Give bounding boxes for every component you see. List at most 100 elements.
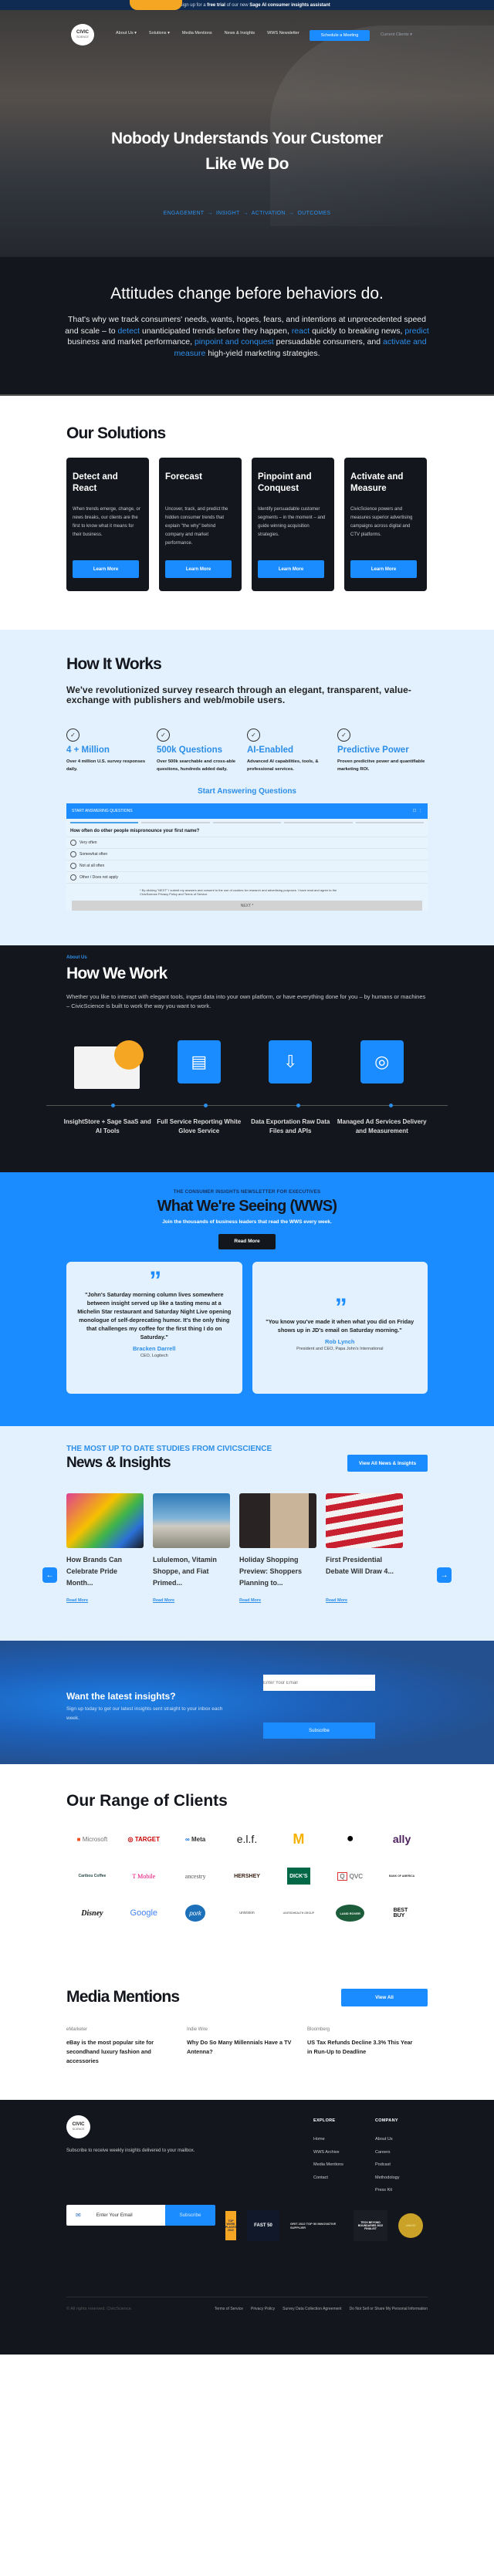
feature-title: 4 + Million	[66, 745, 110, 755]
carousel-prev-arrow-icon[interactable]: ←	[42, 1567, 57, 1583]
media-list: eMarketer eBay is the most popular site f…	[66, 2027, 428, 2066]
terms-link[interactable]: Terms of Service	[215, 2307, 243, 2311]
read-more-link[interactable]: Read More	[239, 1598, 261, 1603]
promo-bar[interactable]: Click to sign up for a free trial of our…	[0, 0, 494, 10]
nav-news-insights[interactable]: News & Insights	[225, 31, 255, 35]
article-card[interactable]: First Presidential Debate Will Draw 4...…	[326, 1493, 403, 1605]
survey-progress	[66, 819, 428, 823]
media-item[interactable]: Indie Wire Why Do So Many Millennials Hav…	[187, 2027, 307, 2066]
radio-button[interactable]	[70, 863, 76, 869]
footer-subscribe-text: Subscribe to receive weekly insights del…	[66, 2148, 195, 2153]
media-item[interactable]: eMarketer eBay is the most popular site f…	[66, 2027, 187, 2066]
feature-item: ✓ AI-Enabled Advanced AI capabilities, too…	[247, 729, 337, 773]
subscribe-email-input[interactable]	[263, 1675, 375, 1691]
footer-company-column: COMPANY About Us Careers Podcast Methodo…	[375, 2118, 400, 2201]
radio-button[interactable]	[70, 874, 76, 881]
carousel-next-arrow-icon[interactable]: →	[437, 1567, 452, 1583]
article-title[interactable]: Holiday Shopping Preview: Shoppers Plann…	[239, 1554, 316, 1591]
learn-more-button[interactable]: Learn More	[350, 560, 417, 578]
elf-logo: e.l.f.	[236, 1833, 258, 1845]
media-headline[interactable]: eBay is the most popular site for second…	[66, 2038, 174, 2066]
article-card[interactable]: Lululemon, Vitamin Shoppe, and Fiat Prim…	[153, 1493, 230, 1605]
clients-title: Our Range of Clients	[66, 1792, 228, 1810]
nav-solutions[interactable]: Solutions ▾	[149, 31, 170, 35]
article-thumbnail[interactable]	[153, 1493, 230, 1548]
footer-link-media-mentions[interactable]: Media Mentions	[313, 2162, 343, 2167]
feature-title: Predictive Power	[337, 745, 409, 755]
read-more-link[interactable]: Read More	[153, 1598, 174, 1603]
download-chart-icon: ⇩	[269, 1040, 313, 1083]
testimonial-role: CEO, Logitech	[140, 1354, 168, 1358]
subscribe-text: Sign up today to get our latest insights…	[66, 1706, 223, 1721]
article-thumbnail[interactable]	[239, 1493, 316, 1548]
article-title[interactable]: How Brands Can Celebrate Pride Month...	[66, 1554, 144, 1591]
radio-button[interactable]	[70, 840, 76, 846]
footer-explore-column: EXPLORE Home WWS Archive Media Mentions …	[313, 2118, 343, 2188]
footer-link-press-kit[interactable]: Press Kit	[375, 2188, 392, 2192]
client-logo-grid: ■ Microsoft ◎ TARGET ∞ Meta e.l.f. M ● a…	[66, 1831, 428, 1922]
privacy-terms-link[interactable]: CivicScience Privacy Policy and Terms of…	[140, 892, 208, 896]
survey-option[interactable]: Not at all often	[66, 860, 428, 871]
qvc-logo: Q QVC	[337, 1868, 363, 1885]
testimonial-quote: "John's Saturday morning column lives so…	[77, 1291, 232, 1340]
award-tech-beyond-boundaries: TECH BEYOND BOUNDARIES 2022 FINALIST	[354, 2210, 387, 2241]
best-buy-logo: BEST BUY	[393, 1908, 408, 1918]
footer-email-input[interactable]: ✉ Enter Your Email	[66, 2205, 165, 2226]
article-card[interactable]: Holiday Shopping Preview: Shoppers Plann…	[239, 1493, 316, 1605]
learn-more-button[interactable]: Learn More	[73, 560, 139, 578]
solutions-title: Our Solutions	[66, 424, 166, 442]
feature-item: ✓ Predictive Power Proven predictive power…	[337, 729, 428, 773]
attitudes-title: Attitudes change before behaviors do.	[110, 285, 384, 303]
survey-option[interactable]: Other / Does not apply	[66, 871, 428, 883]
survey-option[interactable]: Very often	[66, 837, 428, 848]
footer-link-careers[interactable]: Careers	[375, 2150, 391, 2155]
survey-header-title: START ANSWERING QUESTIONS	[72, 809, 133, 813]
footer-link-home[interactable]: Home	[313, 2137, 325, 2142]
article-thumbnail[interactable]	[66, 1493, 144, 1548]
feature-text: Advanced AI capabilities, tools, & profe…	[247, 759, 319, 772]
footer-link-contact[interactable]: Contact	[313, 2175, 328, 2180]
survey-next-button[interactable]: NEXT *	[72, 901, 422, 911]
more-menu-icon[interactable]: ⋮	[418, 809, 422, 813]
footer-link-wws-archive[interactable]: WWS Archive	[313, 2150, 340, 2155]
ancestry-logo: ancestry	[184, 1872, 206, 1880]
work-label: Full Service Reporting White Glove Servi…	[157, 1118, 242, 1134]
wws-read-more-button[interactable]: Read More	[218, 1234, 276, 1249]
nav-media-mentions[interactable]: Media Mentions	[182, 31, 212, 35]
solution-card-forecast: Forecast Uncover, track, and predict the…	[159, 458, 242, 591]
card-text: When trends emerge, change, or news brea…	[73, 507, 140, 537]
survey-option[interactable]: Somewhat often	[66, 848, 428, 860]
view-all-news-button[interactable]: View All News & Insights	[347, 1455, 428, 1472]
nav-wws-newsletter[interactable]: WWS Newsletter	[267, 31, 299, 35]
article-title[interactable]: Lululemon, Vitamin Shoppe, and Fiat Prim…	[153, 1554, 230, 1591]
article-title[interactable]: First Presidential Debate Will Draw 4...	[326, 1554, 403, 1591]
footer-subscribe-button[interactable]: Subscribe	[165, 2205, 215, 2226]
current-clients-dropdown[interactable]: Current Clients ▾	[381, 32, 412, 37]
footer-link-about-us[interactable]: About Us	[375, 2137, 393, 2142]
media-item[interactable]: Bloomberg US Tax Refunds Decline 3.3% Thi…	[307, 2027, 428, 2066]
do-not-sell-link[interactable]: Do Not Sell or Share My Personal Informa…	[350, 2307, 428, 2311]
news-title: News & Insights	[66, 1455, 171, 1471]
view-all-media-button[interactable]: View All	[341, 1988, 428, 2006]
subscribe-button[interactable]: Subscribe	[263, 1722, 375, 1739]
check-badge-icon: ✓	[66, 729, 80, 742]
privacy-link[interactable]: Privacy Policy	[251, 2307, 275, 2311]
article-card[interactable]: How Brands Can Celebrate Pride Month... …	[66, 1493, 144, 1605]
expand-icon[interactable]: ☐	[413, 809, 416, 813]
learn-more-button[interactable]: Learn More	[258, 560, 324, 578]
media-source: Bloomberg	[307, 2027, 330, 2032]
schedule-meeting-button[interactable]: Schedule a Meeting	[310, 30, 370, 41]
article-thumbnail[interactable]	[326, 1493, 403, 1548]
survey-agreement-link[interactable]: Survey Data Collection Agreement	[283, 2307, 341, 2311]
media-headline[interactable]: US Tax Refunds Decline 3.3% This Year in…	[307, 2038, 415, 2057]
read-more-link[interactable]: Read More	[326, 1598, 347, 1603]
footer-link-methodology[interactable]: Methodology	[375, 2175, 400, 2180]
read-more-link[interactable]: Read More	[66, 1598, 88, 1603]
learn-more-button[interactable]: Learn More	[165, 560, 232, 578]
nav-about-us[interactable]: About Us ▾	[116, 31, 137, 35]
media-headline[interactable]: Why Do So Many Millennials Have a TV Ant…	[187, 2038, 295, 2057]
radio-button[interactable]	[70, 851, 76, 857]
civicscience-logo[interactable]: CIVIC SCIENCE	[71, 24, 94, 46]
footer-link-podcast[interactable]: Podcast	[375, 2162, 391, 2167]
footer-logo[interactable]: CIVIC SCIENCE	[66, 2115, 90, 2138]
